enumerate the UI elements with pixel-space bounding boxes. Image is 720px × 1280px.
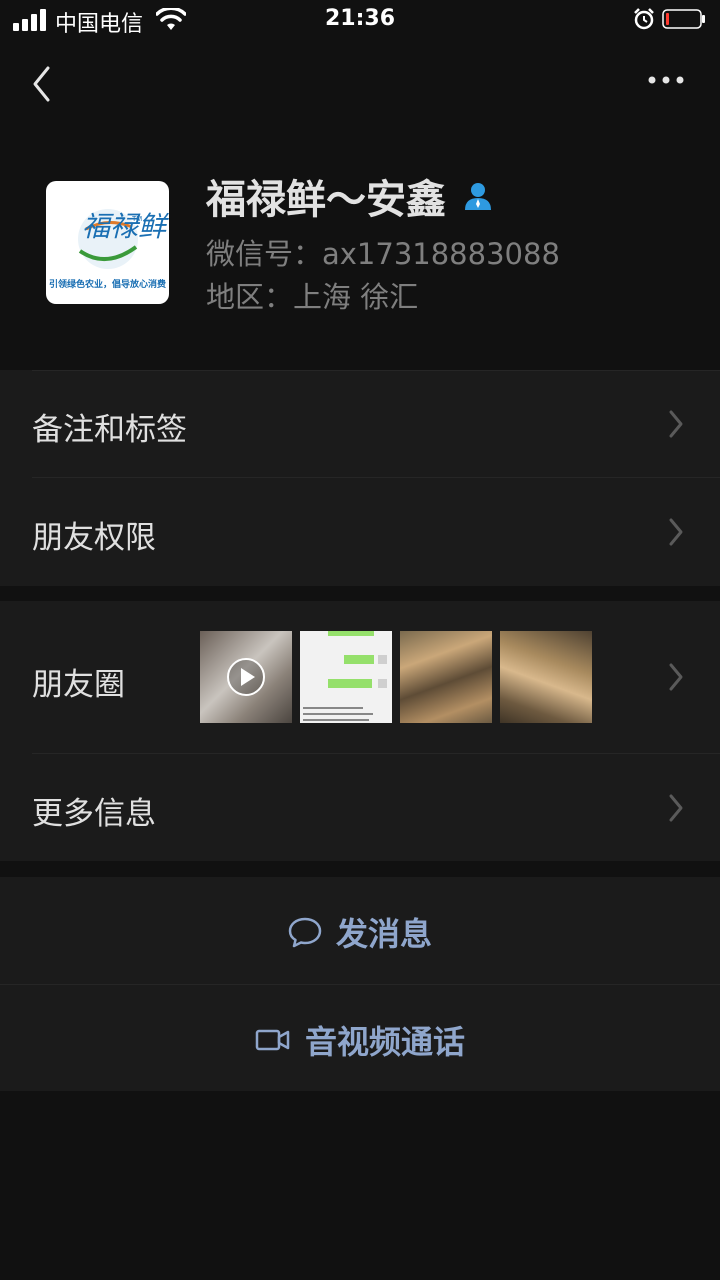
contact-badge-icon — [465, 183, 491, 210]
moment-thumbnail-chat[interactable] — [300, 631, 392, 723]
chat-screenshot-image — [303, 631, 387, 721]
chevron-right-icon — [669, 518, 683, 546]
moments-row[interactable]: 朋友圈 — [0, 601, 720, 753]
back-button[interactable] — [26, 58, 62, 104]
more-options-button[interactable] — [640, 64, 692, 96]
status-bar: 中国电信 21:36 — [0, 0, 720, 40]
chevron-right-icon — [669, 410, 683, 438]
video-camera-icon — [255, 1029, 290, 1051]
alarm-icon — [634, 8, 654, 30]
send-message-label: 发消息 — [335, 915, 432, 953]
more-info-label: 更多信息 — [32, 796, 156, 832]
moment-thumbnail-video[interactable] — [200, 631, 292, 723]
logo-text: 福禄鲜 — [82, 210, 167, 243]
video-call-button[interactable]: 音视频通话 — [0, 985, 720, 1091]
moments-label: 朋友圈 — [32, 667, 125, 703]
video-call-content: 音视频通话 — [0, 1017, 720, 1063]
more-info-row[interactable]: 更多信息 — [0, 754, 720, 861]
remarks-tags-label: 备注和标签 — [32, 412, 187, 448]
profile-header: TM 福禄鲜 引领绿色农业，倡导放心消费 福禄鲜～安鑫 微信号：ax173188… — [0, 124, 720, 370]
chevron-right-icon — [669, 794, 683, 822]
moments-group: 朋友圈 更多信息 — [0, 601, 720, 861]
nav-bar — [0, 40, 720, 124]
moment-thumbnail-photo[interactable] — [400, 631, 492, 723]
video-call-label: 音视频通话 — [304, 1023, 465, 1061]
wechat-id: 微信号：ax17318883088 — [206, 237, 560, 271]
region: 地区：上海 徐汇 — [206, 280, 419, 314]
friend-permissions-row[interactable]: 朋友权限 — [0, 478, 720, 586]
friend-permissions-label: 朋友权限 — [32, 520, 156, 556]
moment-thumbnail-photo[interactable] — [500, 631, 592, 723]
chevron-right-icon — [669, 663, 683, 691]
moments-thumbnails — [200, 631, 592, 723]
avatar[interactable]: TM 福禄鲜 引领绿色农业，倡导放心消费 — [46, 181, 169, 304]
send-message-content: 发消息 — [0, 909, 720, 955]
remarks-tags-row[interactable]: 备注和标签 — [0, 370, 720, 477]
settings-group: 备注和标签 朋友权限 — [0, 370, 720, 586]
contact-name: 福禄鲜～安鑫 — [206, 177, 446, 223]
status-time: 21:36 — [324, 6, 396, 31]
actions-group: 发消息 音视频通话 — [0, 877, 720, 1091]
battery-icon — [662, 9, 705, 29]
contact-name-row: 福禄鲜～安鑫 — [206, 168, 494, 224]
play-icon — [227, 658, 265, 696]
chat-bubble-icon — [288, 917, 322, 948]
logo-slogan: 引领绿色农业，倡导放心消费 — [48, 280, 166, 290]
send-message-button[interactable]: 发消息 — [0, 877, 720, 984]
